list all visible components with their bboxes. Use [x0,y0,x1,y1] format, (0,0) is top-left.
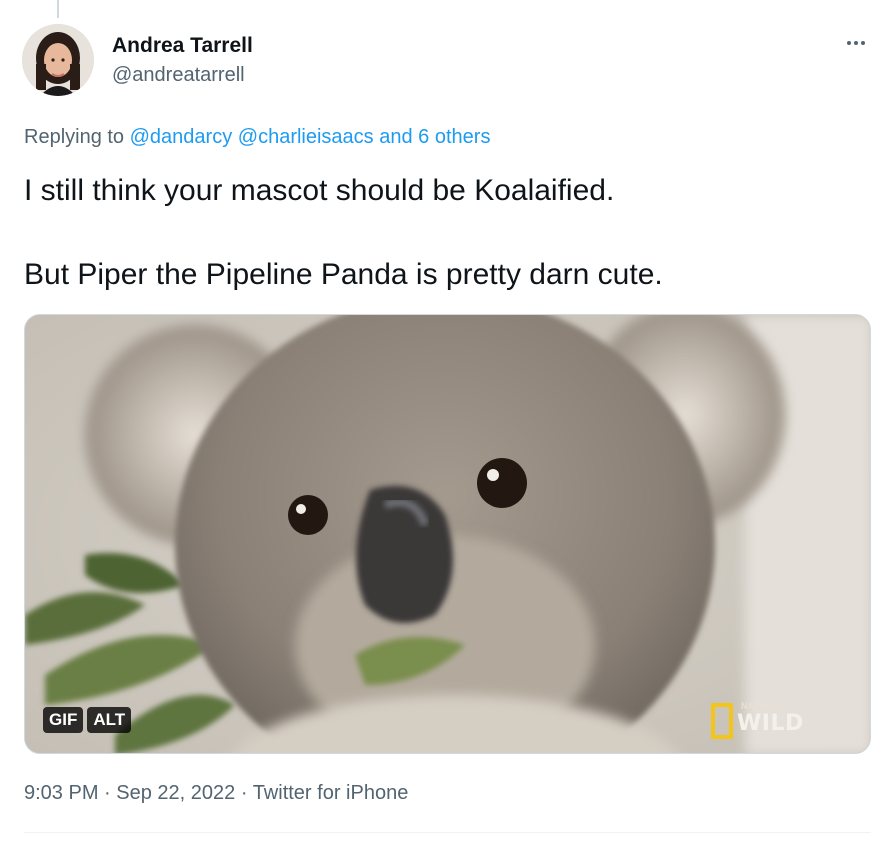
mention-link-charlieisaacs[interactable]: @charlieisaacs [238,126,374,148]
tweet-date-link[interactable]: Sep 22, 2022 [116,782,235,804]
mention-link-dandarcy[interactable]: @dandarcy [130,126,233,148]
media-badges: GIF ALT [43,707,132,733]
more-icon [847,41,851,45]
more-icon-dot [854,41,858,45]
tweet-source: Twitter for iPhone [252,782,409,804]
avatar-image [22,24,94,96]
replying-to: Replying to @dandarcy @charlieisaacs and… [24,126,490,149]
tweet-line-1: I still think your mascot should be Koal… [24,174,615,207]
replying-prefix: Replying to [24,126,125,148]
author-handle[interactable]: @andreatarrell [112,64,245,87]
natgeo-wild-watermark: NAT GEO WILD [711,701,821,745]
others-link[interactable]: and 6 others [379,126,490,148]
tweet-text: I still think your mascot should be Koal… [24,170,864,296]
gif-media[interactable]: GIF ALT NAT GEO WILD [24,314,871,754]
meta-separator: · [98,782,117,804]
koala-gif-image [25,315,870,753]
divider [24,832,871,833]
more-icon-dot [861,41,865,45]
meta-separator: · [235,782,253,804]
alt-text-button[interactable]: ALT [87,707,132,733]
natgeo-logo-icon [711,703,733,739]
avatar[interactable] [22,24,94,96]
gif-badge: GIF [43,707,84,733]
tweet-line-2: But Piper the Pipeline Panda is pretty d… [24,258,663,291]
more-options-button[interactable] [836,28,876,58]
tweet-metadata: 9:03 PM · Sep 22, 2022 · Twitter for iPh… [24,782,408,805]
tweet-time-link[interactable]: 9:03 PM [24,782,98,804]
thread-connector-line [57,0,59,18]
watermark-small-text: NAT GEO [741,701,782,711]
watermark-text: WILD [737,711,804,736]
author-name[interactable]: Andrea Tarrell [112,34,253,58]
